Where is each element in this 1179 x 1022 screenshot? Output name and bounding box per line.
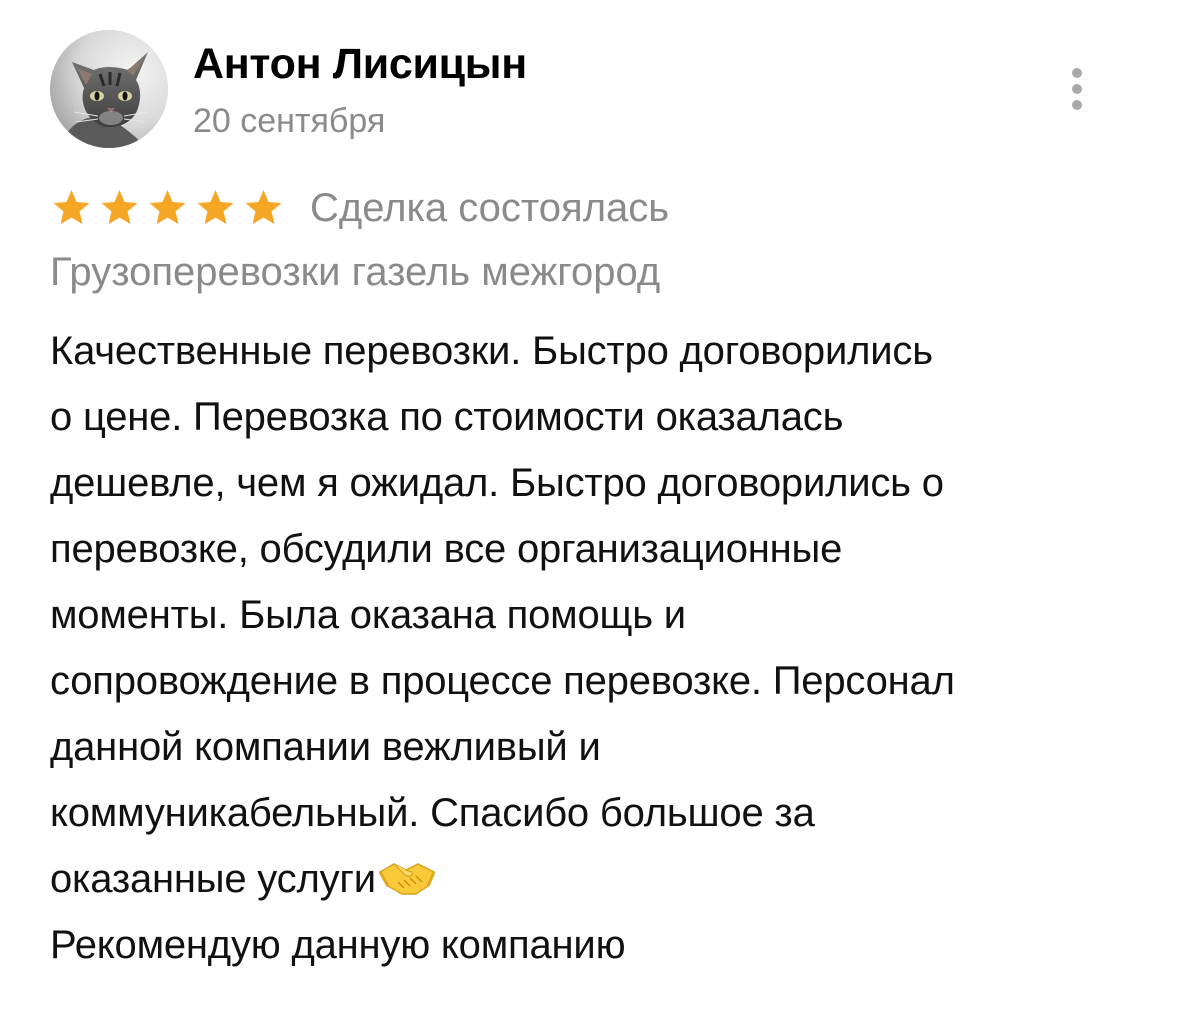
review-text-line: Качественные перевозки. Быстро договорил… [50, 329, 933, 373]
handshake-icon [378, 863, 436, 895]
review-text: Качественные перевозки. Быстро договорил… [50, 318, 1140, 978]
service-title[interactable]: Грузоперевозки газель межгород [50, 244, 660, 300]
author-name[interactable]: Антон Лисицын [193, 38, 527, 90]
review-text-segment: оказанные услуги [50, 857, 376, 901]
star-icon [197, 190, 234, 225]
star-icon [245, 190, 282, 225]
star-icon [101, 190, 138, 225]
review-text-line: дешевле, чем я ожидал. Быстро договорили… [50, 461, 944, 505]
rating-row: Сделка состоялась [50, 180, 669, 236]
review-text-line: перевозке, обсудили все организационные [50, 527, 843, 571]
more-options-button[interactable] [1062, 64, 1092, 114]
star-icon [149, 190, 186, 225]
author-avatar[interactable] [50, 30, 168, 148]
review-card: Антон Лисицын 20 сентября Сделка состоял… [0, 0, 1179, 1022]
cat-photo-avatar-icon [50, 30, 168, 148]
review-text-line: данной компании вежливый и [50, 725, 601, 769]
deal-status: Сделка состоялась [310, 186, 670, 230]
star-rating [50, 187, 290, 229]
review-text-line: о цене. Перевозка по стоимости оказалась [50, 395, 844, 439]
review-text-line: моменты. Была оказана помощь и [50, 593, 686, 637]
vertical-ellipsis-icon [1072, 68, 1082, 78]
review-text-line: коммуникабельный. Спасибо большое за [50, 791, 815, 835]
review-text-line: оказанные услуги [50, 846, 1140, 912]
review-text-line: Рекомендую данную компанию [50, 923, 626, 967]
review-date: 20 сентября [193, 102, 386, 140]
review-text-line: сопровождение в процессе перевозке. Перс… [50, 659, 955, 703]
ellipsis-dot [1072, 100, 1082, 110]
ellipsis-dot [1072, 84, 1082, 94]
star-icon [53, 190, 90, 225]
